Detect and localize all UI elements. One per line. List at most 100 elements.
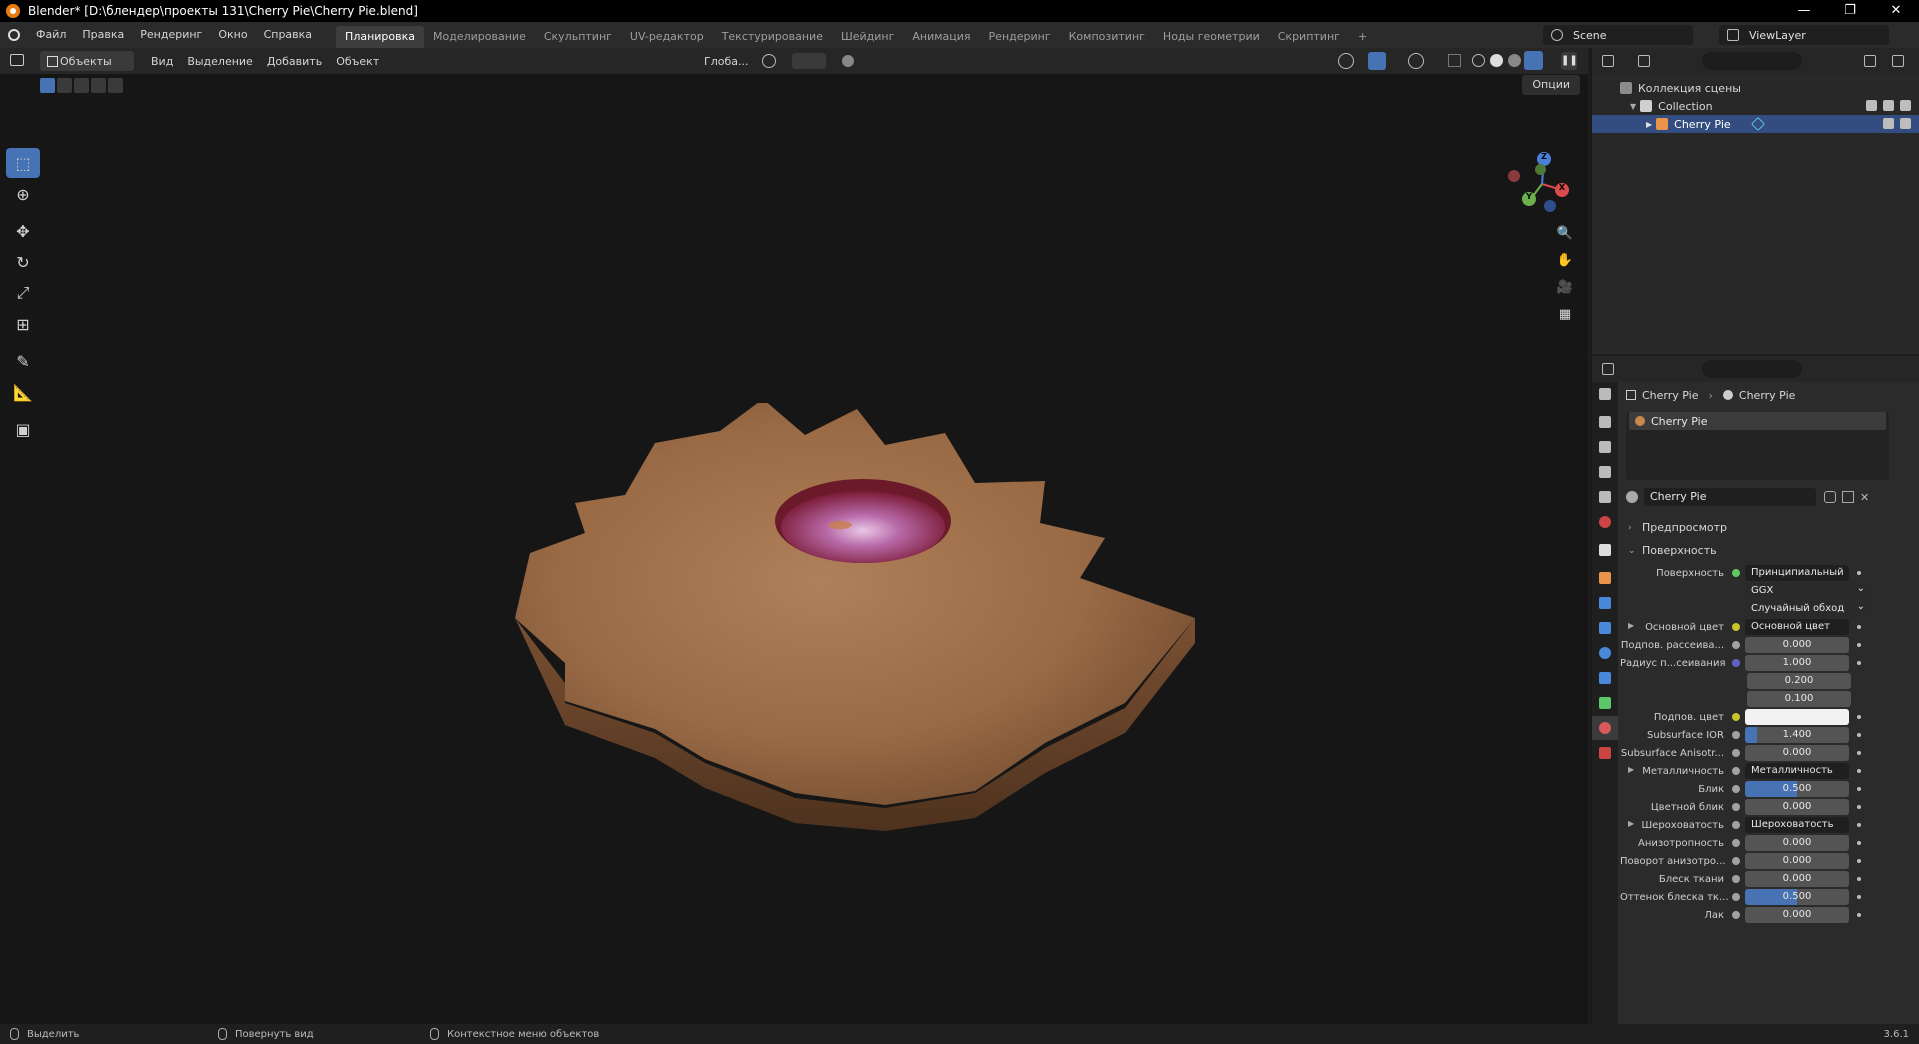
keyframe-dot-icon[interactable] xyxy=(1857,733,1861,737)
keyframe-dot-icon[interactable] xyxy=(1857,571,1861,575)
visibility-icon[interactable] xyxy=(1338,53,1354,69)
keyframe-dot-icon[interactable] xyxy=(1857,805,1861,809)
blender-menu-icon[interactable] xyxy=(0,22,28,48)
input-socket-icon[interactable] xyxy=(1732,641,1740,649)
select-extend-icon[interactable] xyxy=(57,77,72,93)
modifier-tab-icon[interactable] xyxy=(1592,591,1618,615)
menu-select[interactable]: Выделение xyxy=(180,51,260,71)
render-tab-icon[interactable] xyxy=(1592,410,1618,434)
keyframe-dot-icon[interactable] xyxy=(1857,913,1861,917)
outliner-row-cherry-pie[interactable]: ▶ Cherry Pie xyxy=(1592,115,1919,133)
mesh-data-icon[interactable] xyxy=(1750,116,1765,132)
workspace-tab-sculpting[interactable]: Скульптинг xyxy=(535,26,621,48)
preview-panel-header[interactable]: › Предпросмотр xyxy=(1620,518,1919,537)
collection-tab-icon[interactable] xyxy=(1592,538,1618,562)
select-subtract-icon[interactable] xyxy=(74,77,89,93)
expand-input-icon[interactable]: ▶ xyxy=(1628,621,1634,630)
outliner-search-input[interactable] xyxy=(1702,52,1802,70)
workspace-tab-scripting[interactable]: Скриптинг xyxy=(1269,26,1349,48)
workspace-tab-layout[interactable]: Планировка xyxy=(336,26,425,48)
fake-user-icon[interactable] xyxy=(1824,491,1836,503)
minimize-button[interactable]: — xyxy=(1781,0,1827,22)
gizmo-neg-x-axis[interactable] xyxy=(1508,170,1520,182)
menu-view[interactable]: Вид xyxy=(144,51,180,71)
keyframe-dot-icon[interactable] xyxy=(1857,787,1861,791)
input-socket-icon[interactable] xyxy=(1732,875,1740,883)
object-tab-icon[interactable] xyxy=(1592,566,1618,590)
material-slot-list[interactable]: Cherry Pie xyxy=(1626,412,1889,480)
workspace-tab-geometry-nodes[interactable]: Ноды геометрии xyxy=(1154,26,1269,48)
properties-editor-icon[interactable] xyxy=(1602,363,1614,375)
scene-tab-icon[interactable] xyxy=(1592,485,1618,509)
linked-input-field[interactable]: Принципиальный BSDF xyxy=(1745,565,1849,581)
browse-material-icon[interactable] xyxy=(1626,491,1638,503)
keyframe-dot-icon[interactable] xyxy=(1857,661,1861,665)
menu-window[interactable]: Окно xyxy=(210,22,255,48)
maximize-button[interactable]: ❐ xyxy=(1827,0,1873,22)
keyframe-dot-icon[interactable] xyxy=(1857,715,1861,719)
input-socket-icon[interactable] xyxy=(1732,911,1740,919)
view-layer-tab-icon[interactable] xyxy=(1592,460,1618,484)
checkbox-icon[interactable] xyxy=(1866,100,1877,111)
input-socket-icon[interactable] xyxy=(1732,749,1740,757)
input-socket-icon[interactable] xyxy=(1732,767,1740,775)
world-tab-icon[interactable] xyxy=(1592,510,1618,534)
workspace-tab-animation[interactable]: Анимация xyxy=(903,26,979,48)
linked-input-field[interactable]: Шероховатость xyxy=(1745,817,1849,833)
input-socket-icon[interactable] xyxy=(1732,731,1740,739)
measure-tool-icon[interactable]: 📐 xyxy=(6,377,40,407)
menu-edit[interactable]: Правка xyxy=(74,22,132,48)
particles-tab-icon[interactable] xyxy=(1592,616,1618,640)
select-new-icon[interactable] xyxy=(40,77,55,93)
numeric-slider-field[interactable]: 0.000 xyxy=(1745,871,1849,887)
outliner-row-scene-collection[interactable]: Коллекция сцены xyxy=(1592,79,1919,97)
input-socket-icon[interactable] xyxy=(1732,569,1740,577)
filter-icon[interactable] xyxy=(1864,55,1876,67)
display-mode-icon[interactable] xyxy=(1638,55,1650,67)
interaction-mode-dropdown[interactable]: Объекты xyxy=(40,51,134,71)
data-tab-icon[interactable] xyxy=(1592,691,1618,715)
input-socket-icon[interactable] xyxy=(1732,785,1740,793)
keyframe-dot-icon[interactable] xyxy=(1857,841,1861,845)
cursor-tool-icon[interactable]: ⊕ xyxy=(6,179,40,209)
input-socket-icon[interactable] xyxy=(1732,857,1740,865)
numeric-slider-field[interactable]: 0.500 xyxy=(1745,781,1849,797)
numeric-slider-field[interactable]: 0.000 xyxy=(1745,853,1849,869)
numeric-slider-field[interactable]: 1.400 xyxy=(1745,727,1849,743)
add-workspace-button[interactable]: + xyxy=(1349,26,1376,48)
camera-view-icon[interactable]: 🎥 xyxy=(1554,276,1576,298)
linked-input-field[interactable]: Основной цвет xyxy=(1745,619,1849,635)
wireframe-shading-icon[interactable] xyxy=(1472,54,1485,67)
select-invert-icon[interactable] xyxy=(91,77,106,93)
navigation-gizmo[interactable]: X Z Y xyxy=(1508,148,1569,212)
3d-viewport[interactable]: Объекты Вид Выделение Добавить Объект Гл… xyxy=(0,48,1588,1024)
view-layer-selector[interactable]: ViewLayer xyxy=(1719,25,1889,45)
add-cube-tool-icon[interactable]: ▣ xyxy=(6,414,40,444)
workspace-tab-compositing[interactable]: Композитинг xyxy=(1060,26,1154,48)
linked-input-field[interactable]: Металличность xyxy=(1745,763,1849,779)
cherry-pie-object[interactable] xyxy=(505,399,1225,833)
material-name-field[interactable]: Cherry Pie xyxy=(1644,488,1816,506)
outliner-editor-icon[interactable] xyxy=(1602,55,1614,67)
dropdown-select[interactable]: Случайный обход ⌄ xyxy=(1745,601,1869,617)
rendered-shading-icon[interactable] xyxy=(1524,51,1543,70)
numeric-slider-field[interactable]: 0.200 xyxy=(1747,673,1851,689)
gizmo-neg-z-axis[interactable] xyxy=(1544,200,1556,212)
material-tab-icon[interactable] xyxy=(1592,716,1618,740)
select-box-tool-icon[interactable]: ⬚ xyxy=(6,148,40,178)
unlink-material-icon[interactable]: ✕ xyxy=(1860,491,1869,504)
tool-tab-icon[interactable] xyxy=(1592,382,1618,406)
input-socket-icon[interactable] xyxy=(1732,821,1740,829)
rotate-tool-icon[interactable]: ↻ xyxy=(6,247,40,277)
input-socket-icon[interactable] xyxy=(1732,623,1740,631)
pause-render-icon[interactable]: ❚❚ xyxy=(1561,52,1578,70)
expand-input-icon[interactable]: ▶ xyxy=(1628,765,1634,774)
numeric-slider-field[interactable]: 0.500 xyxy=(1745,889,1849,905)
snap-toggle-icon[interactable] xyxy=(792,53,826,69)
zoom-icon[interactable]: 🔍 xyxy=(1554,222,1576,244)
keyframe-dot-icon[interactable] xyxy=(1857,625,1861,629)
camera-icon[interactable] xyxy=(1900,100,1911,111)
numeric-slider-field[interactable]: 1.000 xyxy=(1745,655,1849,671)
numeric-slider-field[interactable]: 0.100 xyxy=(1747,691,1851,707)
duplicate-material-icon[interactable] xyxy=(1842,491,1854,503)
